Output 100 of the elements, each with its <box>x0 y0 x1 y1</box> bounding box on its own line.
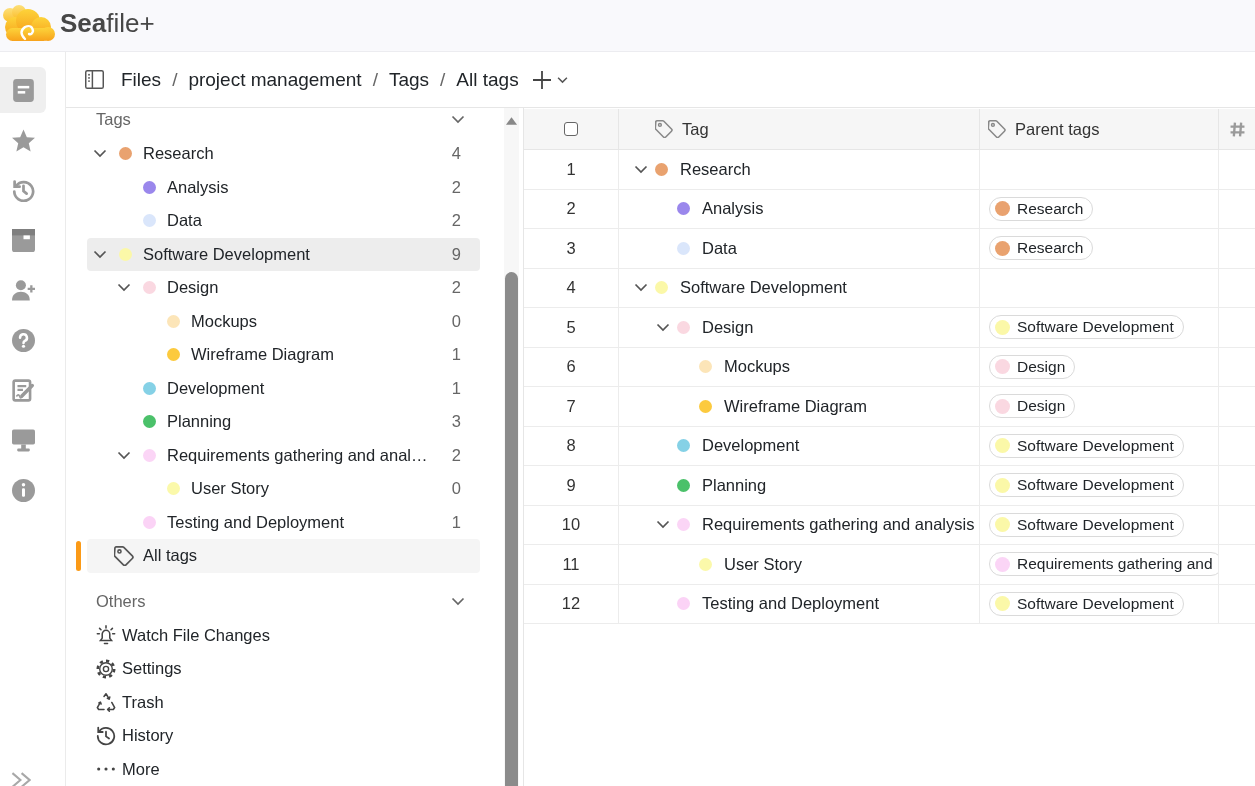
row-number: 9 <box>524 466 619 505</box>
parent-tag-name: Software Development <box>1017 436 1174 455</box>
tag-name: Data <box>702 238 737 258</box>
row-number: 3 <box>524 229 619 268</box>
add-button[interactable] <box>530 68 570 91</box>
breadcrumb-link[interactable]: Tags <box>388 68 430 91</box>
info-icon <box>11 478 35 502</box>
tag-count: 1 <box>451 512 461 532</box>
tag-count: 2 <box>451 445 461 465</box>
scroll-up-arrow-icon[interactable] <box>505 116 518 126</box>
scrollbar-thumb[interactable] <box>505 272 518 786</box>
history-icon <box>11 178 35 202</box>
tag-count: 2 <box>451 211 461 231</box>
tag-tree-item[interactable]: Requirements gathering and anal… 2 <box>87 438 480 472</box>
monitor-icon <box>11 428 35 452</box>
tag-tree-item[interactable]: Wireframe Diagram 1 <box>87 338 480 372</box>
help-icon <box>11 328 35 352</box>
box-icon <box>11 228 35 252</box>
tag-name: Development <box>702 436 800 456</box>
parent-tag-name: Requirements gathering and <box>1017 555 1213 574</box>
select-all-checkbox[interactable] <box>564 122 578 136</box>
tag-tree-item[interactable]: Planning 3 <box>87 405 480 439</box>
tag-count: 0 <box>451 479 461 499</box>
tag-name: Planning <box>702 475 767 495</box>
tag-name: Wireframe Diagram <box>724 396 868 416</box>
nav-button[interactable] <box>0 67 46 113</box>
sidebar-menu-item[interactable]: Settings <box>87 652 182 686</box>
tag-tree-item[interactable]: Mockups 0 <box>87 304 480 338</box>
tag-count: 1 <box>451 345 461 365</box>
section-title: Tags <box>96 109 131 129</box>
tag-count: 4 <box>451 144 461 164</box>
parent-tag-name: Design <box>1017 397 1066 416</box>
parent-tag-name: Software Development <box>1017 318 1174 337</box>
breadcrumb-separator: / <box>440 68 446 91</box>
breadcrumb-link[interactable]: Files <box>121 68 162 91</box>
tag-tree-item[interactable]: Analysis 2 <box>87 170 480 204</box>
chevron-icon[interactable] <box>117 450 131 460</box>
sidebar-menu-item[interactable]: Watch File Changes <box>87 618 270 652</box>
tag-tree-item[interactable]: Design 2 <box>87 271 480 305</box>
chevron-icon[interactable] <box>93 249 107 259</box>
tag-count: 0 <box>451 311 461 331</box>
tag-tree-item[interactable]: Software Development 9 <box>87 237 480 271</box>
tag-name: Research <box>680 159 751 179</box>
tag-tree-item[interactable]: Research 4 <box>87 137 480 171</box>
sidebar-menu-item[interactable]: More <box>87 752 160 786</box>
row-number: 7 <box>524 387 619 426</box>
edit-document-icon <box>11 378 35 402</box>
chevron-icon[interactable] <box>634 283 648 293</box>
row-number: 12 <box>524 584 619 623</box>
history-icon <box>96 725 116 746</box>
alarm-bell-icon <box>96 625 116 646</box>
chevron-icon[interactable] <box>634 164 648 174</box>
hash-icon <box>1230 121 1245 137</box>
star-icon <box>11 128 35 152</box>
chevron-icon[interactable] <box>451 597 465 606</box>
parent-tag-name: Software Development <box>1017 594 1174 613</box>
row-number: 1 <box>524 150 619 189</box>
tag-icon <box>655 120 673 138</box>
section-title: Others <box>96 592 146 611</box>
parent-tag-name: Research <box>1017 239 1084 258</box>
chevron-icon[interactable] <box>656 322 670 332</box>
active-indicator <box>76 540 81 571</box>
caret-icon <box>556 75 568 84</box>
column-header: Tag <box>682 119 709 139</box>
breadcrumb-current: All tags <box>456 68 519 91</box>
tag-tree-item[interactable]: Development 1 <box>87 371 480 405</box>
row-number: 2 <box>524 189 619 228</box>
breadcrumb-separator: / <box>172 68 178 91</box>
tag-tree-item[interactable]: Testing and Deployment 1 <box>87 505 480 539</box>
add-user-icon <box>11 278 35 302</box>
sidebar-toggle-icon[interactable] <box>85 70 104 89</box>
tag-tree-item[interactable]: Data 2 <box>87 204 480 238</box>
tag-icon <box>114 545 134 566</box>
tag-name: Design <box>702 317 754 337</box>
recycle-icon <box>96 692 116 713</box>
column-header: Parent tags <box>1015 119 1100 139</box>
more-icon <box>97 767 115 772</box>
tag-count: 9 <box>451 244 461 264</box>
chevron-icon[interactable] <box>451 114 465 124</box>
sidebar-menu-item[interactable]: Trash <box>87 685 164 719</box>
row-number: 10 <box>524 505 619 544</box>
row-number: 4 <box>524 268 619 307</box>
logo-text: Seafile+ <box>60 8 155 39</box>
tag-count: 1 <box>451 378 461 398</box>
tag-tree-item[interactable]: User Story 0 <box>87 472 480 506</box>
chevron-icon[interactable] <box>93 149 107 159</box>
tag-name: Software Development <box>680 278 847 298</box>
sidebar-menu-item[interactable]: History <box>87 719 174 753</box>
parent-tag-name: Design <box>1017 357 1066 376</box>
tag-count: 2 <box>451 278 461 298</box>
parent-tag-name: Software Development <box>1017 515 1174 534</box>
breadcrumb-link[interactable]: project management <box>188 68 362 91</box>
tag-name: User Story <box>724 554 802 574</box>
all-tags-item[interactable]: All tags <box>87 539 480 573</box>
tag-name: Mockups <box>724 357 791 377</box>
chevron-icon[interactable] <box>656 520 670 530</box>
settings-icon <box>96 658 116 679</box>
breadcrumb-separator: / <box>372 68 378 91</box>
tag-icon <box>988 120 1006 138</box>
chevron-icon[interactable] <box>117 283 131 293</box>
